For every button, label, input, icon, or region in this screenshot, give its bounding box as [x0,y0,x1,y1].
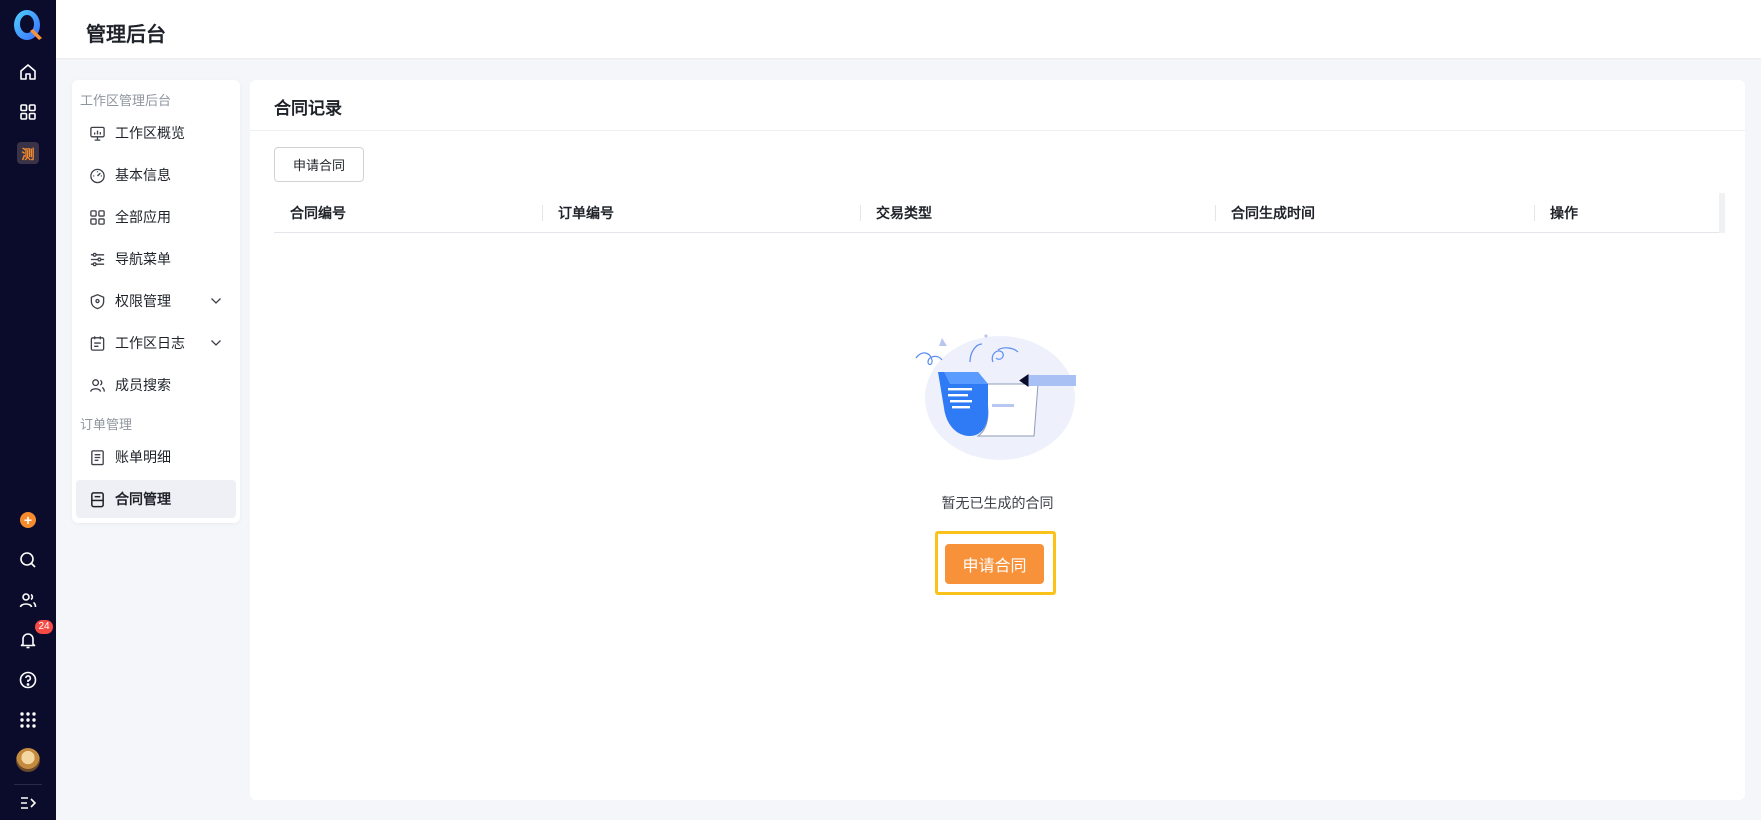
column-header-created-time: 合同生成时间 [1215,193,1534,233]
empty-state-message: 暂无已生成的合同 [941,495,1054,511]
side-menu: 工作区管理后台 工作区概览 基本信息 全部应用 导航菜单 权限管理 工作区日志 … [72,80,240,523]
expand-sidebar-icon[interactable] [16,791,40,815]
contract-icon [88,490,106,508]
menu-item-workspace-overview[interactable]: 工作区概览 [76,114,236,152]
top-header: 管理后台 [56,0,1761,58]
menu-item-label: 工作区日志 [115,335,185,351]
left-rail: 测 + 24 [0,0,56,820]
chevron-down-icon[interactable] [210,295,222,307]
avatar[interactable] [16,748,40,772]
calendar-log-icon [88,334,106,352]
app-launcher-icon[interactable] [16,708,40,732]
panel-title: 合同记录 [274,99,342,118]
empty-state-apply-contract-button[interactable]: 申请合同 [945,544,1044,584]
menu-item-member-search[interactable]: 成员搜索 [76,366,236,404]
menu-group-order: 订单管理 [80,417,133,432]
column-header-actions: 操作 [1534,193,1721,233]
table-scrollbar[interactable] [1719,193,1725,233]
menu-item-label: 权限管理 [115,293,171,309]
menu-item-permissions[interactable]: 权限管理 [76,282,236,320]
contacts-icon[interactable] [16,588,40,612]
menu-item-basic-info[interactable]: 基本信息 [76,156,236,194]
app-logo-icon[interactable] [12,9,44,43]
menu-item-label: 合同管理 [115,491,171,507]
menu-item-label: 导航菜单 [115,251,171,267]
contracts-table-header: 合同编号 订单编号 交易类型 合同生成时间 操作 [274,193,1725,233]
help-icon[interactable] [16,668,40,692]
dashboard-icon [88,124,106,142]
apply-contract-button[interactable]: 申请合同 [274,147,364,182]
workspace-glyph: 测 [21,146,35,162]
empty-state-illustration [908,332,1078,462]
page-title: 管理后台 [86,24,166,46]
menu-item-all-apps[interactable]: 全部应用 [76,198,236,236]
menu-item-bill-detail[interactable]: 账单明细 [76,438,236,476]
menu-item-label: 全部应用 [115,209,171,225]
shield-icon [88,292,106,310]
menu-item-label: 基本信息 [115,167,171,183]
add-icon[interactable]: + [20,512,36,528]
members-icon [88,376,106,394]
column-header-transaction-type: 交易类型 [860,193,1215,233]
column-header-contract-no: 合同编号 [290,205,346,221]
menu-item-label: 账单明细 [115,449,171,465]
home-icon[interactable] [16,60,40,84]
menu-item-nav-menu[interactable]: 导航菜单 [76,240,236,278]
bill-icon [88,448,106,466]
chevron-down-icon[interactable] [210,337,222,349]
speedometer-icon [88,166,106,184]
panel-divider [250,130,1745,131]
contract-records-panel: 合同记录 申请合同 合同编号 订单编号 交易类型 合同生成时间 操作 暂无已生成… [250,80,1745,800]
menu-item-workspace-log[interactable]: 工作区日志 [76,324,236,362]
menu-item-label: 工作区概览 [115,125,185,141]
grid-apps-icon[interactable] [16,100,40,124]
sliders-icon [88,250,106,268]
grid-icon [88,208,106,226]
search-icon[interactable] [16,548,40,572]
workspace-app-icon[interactable]: 测 [17,142,39,164]
rail-divider [14,784,42,785]
menu-group-workspace: 工作区管理后台 [80,93,172,108]
menu-item-label: 成员搜索 [115,377,171,393]
notification-count-badge: 24 [35,620,53,634]
menu-item-contract-management[interactable]: 合同管理 [76,480,236,518]
column-header-order-no: 订单编号 [542,193,860,233]
